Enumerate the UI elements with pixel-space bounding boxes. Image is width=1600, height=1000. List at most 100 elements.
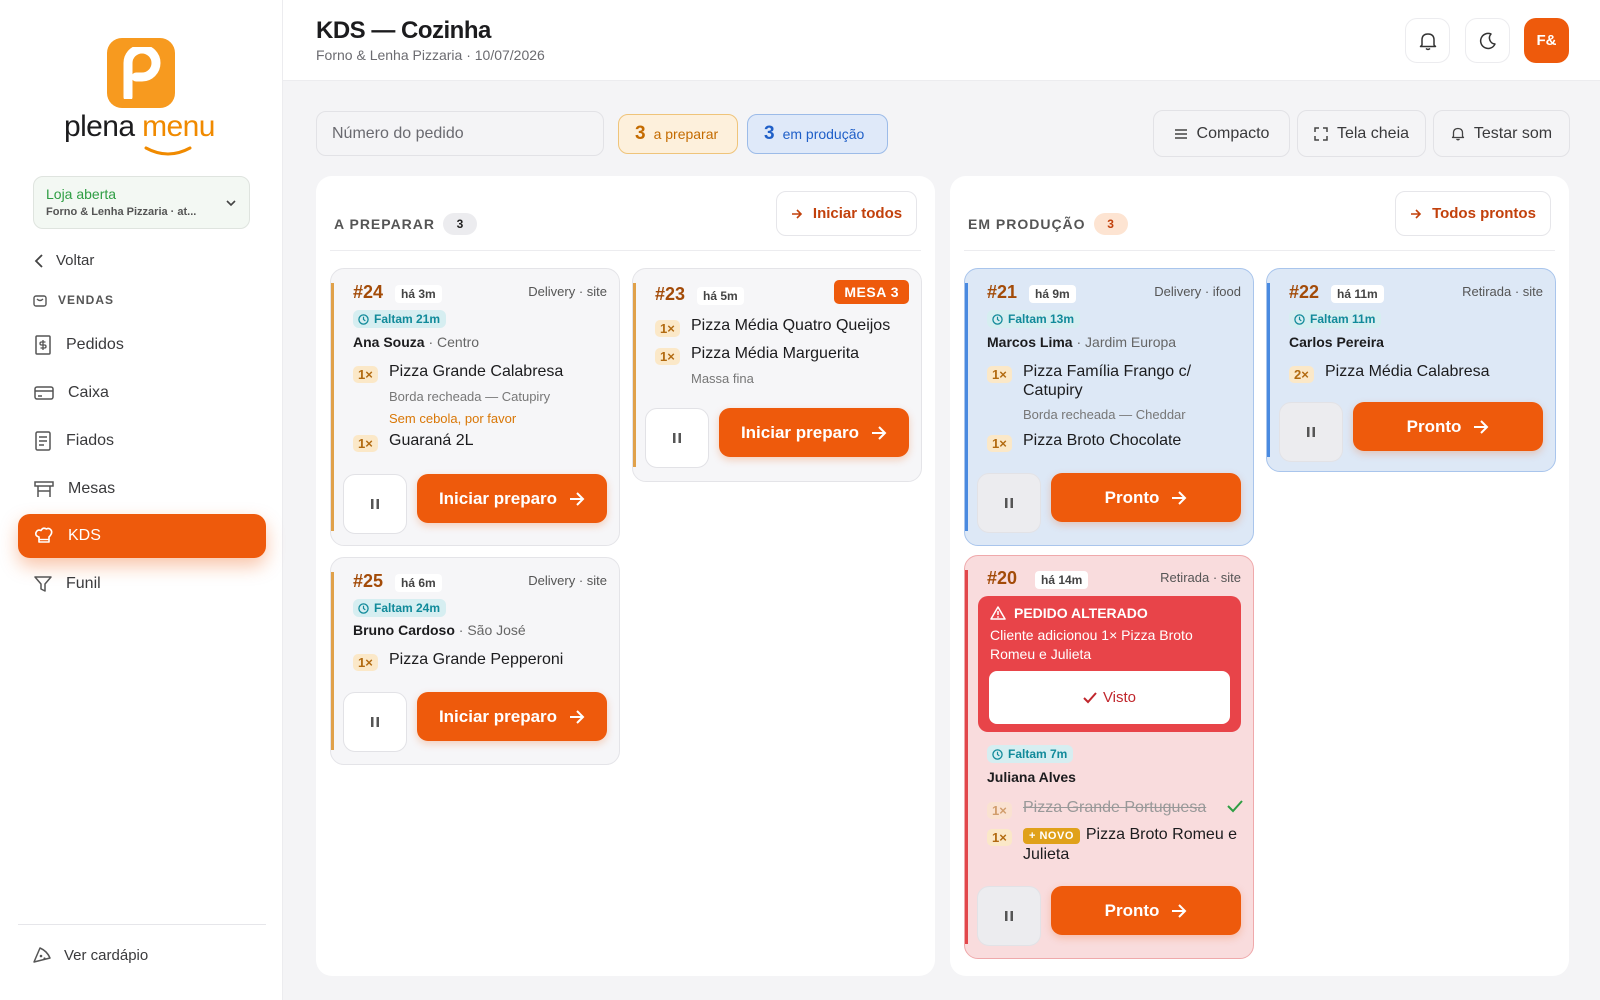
- sidebar: plena menu Loja aberta Forno & Lenha Piz…: [0, 0, 283, 1000]
- item-qty: 1×: [987, 366, 1012, 383]
- customer-name: Bruno Cardoso: [353, 622, 455, 638]
- sidebar-item-pedidos[interactable]: Pedidos: [18, 323, 266, 367]
- all-ready-button[interactable]: Todos prontos: [1395, 191, 1551, 236]
- order-card-21[interactable]: #21 há 9m Delivery · ifood Faltam 13m Ma…: [964, 268, 1254, 546]
- back-label: Voltar: [56, 252, 95, 269]
- item-name: Pizza Média Calabresa: [1325, 363, 1490, 380]
- order-number: #20: [987, 568, 1018, 588]
- pause-button[interactable]: [645, 408, 709, 468]
- order-card-24[interactable]: #24 há 3m Delivery · site Faltam 21m Ana…: [330, 268, 620, 546]
- section-sales: VENDAS: [32, 292, 114, 308]
- item-note: Borda recheada — Cheddar: [1023, 407, 1186, 422]
- sidebar-item-caixa[interactable]: Caixa: [18, 371, 266, 415]
- fullscreen-label: Tela cheia: [1336, 124, 1410, 142]
- back-link[interactable]: Voltar: [34, 252, 94, 269]
- sidebar-item-label: Funil: [66, 575, 101, 592]
- top-header: KDS — Cozinha Forno & Lenha Pizzaria · 1…: [283, 0, 1600, 81]
- order-timer-badge: Faltam 7m: [987, 745, 1074, 763]
- ready-button[interactable]: Pronto: [1051, 473, 1241, 522]
- order-timer-badge: Faltam 24m: [353, 599, 447, 617]
- brand-wordmark: plena menu: [64, 110, 215, 143]
- order-source: Retirada · site: [1462, 284, 1543, 299]
- receipt-icon: [35, 335, 51, 355]
- order-card-23[interactable]: #23 há 5m MESA 3 1× Pizza Média Quatro Q…: [632, 268, 922, 482]
- order-search-input[interactable]: [316, 111, 604, 156]
- column-count-badge: 3: [1093, 213, 1128, 235]
- start-prep-button[interactable]: Iniciar preparo: [719, 408, 909, 457]
- card-icon: [34, 386, 54, 400]
- filter-prep-pill[interactable]: 3 a preparar: [618, 114, 738, 154]
- column-title: A PREPARAR: [334, 216, 436, 232]
- ready-button[interactable]: Pronto: [1353, 402, 1543, 451]
- pause-button[interactable]: [343, 474, 407, 534]
- item-name: Pizza Broto Chocolate: [1023, 432, 1182, 449]
- start-prep-button[interactable]: Iniciar preparo: [417, 474, 607, 523]
- order-age-badge: há 14m: [1035, 571, 1089, 589]
- arrow-right-icon: [1411, 208, 1422, 219]
- item-qty: 1×: [655, 348, 680, 365]
- chevron-left-icon: [34, 253, 43, 268]
- sidebar-item-label: Pedidos: [66, 336, 124, 353]
- column-divider: [964, 250, 1555, 251]
- pause-button[interactable]: [977, 473, 1041, 533]
- order-source: Retirada · site: [1160, 570, 1241, 585]
- item-name: Pizza Média Quatro Queijos: [691, 317, 891, 334]
- start-all-label: Iniciar todos: [812, 205, 903, 222]
- compact-label: Compacto: [1196, 124, 1270, 142]
- pause-button[interactable]: [343, 692, 407, 752]
- order-card-20[interactable]: #20 há 14m Retirada · site PEDIDO ALTERA…: [964, 555, 1254, 959]
- customer-area: · São José: [454, 622, 526, 638]
- customer-name: Marcos Lima: [987, 334, 1073, 350]
- prep-count: 3: [635, 123, 646, 144]
- ready-label: Pronto: [1104, 900, 1160, 920]
- sidebar-item-funil[interactable]: Funil: [18, 562, 266, 606]
- alert-title: PEDIDO ALTERADO: [990, 605, 1148, 621]
- clock-icon: [358, 602, 369, 614]
- order-number: #21: [987, 282, 1018, 302]
- item-name-removed: Pizza Grande Portuguesa: [1023, 799, 1207, 816]
- clock-icon: [1294, 313, 1305, 325]
- order-age-badge: há 9m: [1029, 285, 1076, 303]
- pause-button[interactable]: [1279, 402, 1343, 462]
- table-icon: [34, 481, 54, 497]
- seen-button[interactable]: Visto: [989, 671, 1230, 724]
- sidebar-item-fiados[interactable]: Fiados: [18, 419, 266, 463]
- order-card-22[interactable]: #22 há 11m Retirada · site Faltam 11m Ca…: [1266, 268, 1556, 472]
- user-avatar[interactable]: F&: [1524, 18, 1569, 63]
- item-name: + NOVO Pizza Broto Romeu e: [1023, 826, 1237, 844]
- sidebar-item-label: Caixa: [68, 384, 109, 401]
- dark-mode-button[interactable]: [1465, 18, 1510, 63]
- item-qty: 1×: [353, 654, 378, 671]
- sidebar-item-kds[interactable]: KDS: [18, 514, 266, 558]
- filter-prod-pill[interactable]: 3 em produção: [747, 114, 888, 154]
- sidebar-item-mesas[interactable]: Mesas: [18, 467, 266, 511]
- test-sound-label: Testar som: [1473, 124, 1553, 142]
- funnel-icon: [34, 576, 52, 592]
- ready-label: Pronto: [1406, 416, 1462, 436]
- item-name: Pizza Grande Calabresa: [389, 363, 564, 380]
- order-customer: Ana Souza · Centro: [353, 334, 479, 350]
- timer-label: Faltam 13m: [1008, 312, 1075, 326]
- pause-icon: [1005, 911, 1013, 921]
- ready-button[interactable]: Pronto: [1051, 886, 1241, 935]
- compact-button[interactable]: Compacto: [1153, 110, 1290, 157]
- card-status-bar: [633, 283, 636, 467]
- chevron-down-icon: [226, 200, 236, 207]
- store-status-select[interactable]: Loja aberta Forno & Lenha Pizzaria · at.…: [33, 176, 250, 229]
- start-prep-button[interactable]: Iniciar preparo: [417, 692, 607, 741]
- brand-logo[interactable]: plena menu: [64, 38, 228, 158]
- item-name: Pizza Família Frango c/: [1023, 363, 1192, 380]
- notifications-button[interactable]: [1405, 18, 1450, 63]
- order-card-25[interactable]: #25 há 6m Delivery · site Faltam 24m Bru…: [330, 557, 620, 765]
- arrow-right-icon: [791, 208, 803, 219]
- pause-icon: [1005, 498, 1013, 508]
- sidebar-item-label: Fiados: [66, 432, 115, 449]
- pause-button[interactable]: [977, 886, 1041, 946]
- column-count-badge: 3: [443, 213, 478, 235]
- check-icon: [1083, 691, 1097, 703]
- see-menu-link[interactable]: Ver cardápio: [32, 946, 148, 964]
- order-timer-badge: Faltam 21m: [353, 310, 447, 328]
- start-all-button[interactable]: Iniciar todos: [776, 191, 917, 236]
- test-sound-button[interactable]: Testar som: [1433, 110, 1570, 157]
- fullscreen-button[interactable]: Tela cheia: [1297, 110, 1426, 157]
